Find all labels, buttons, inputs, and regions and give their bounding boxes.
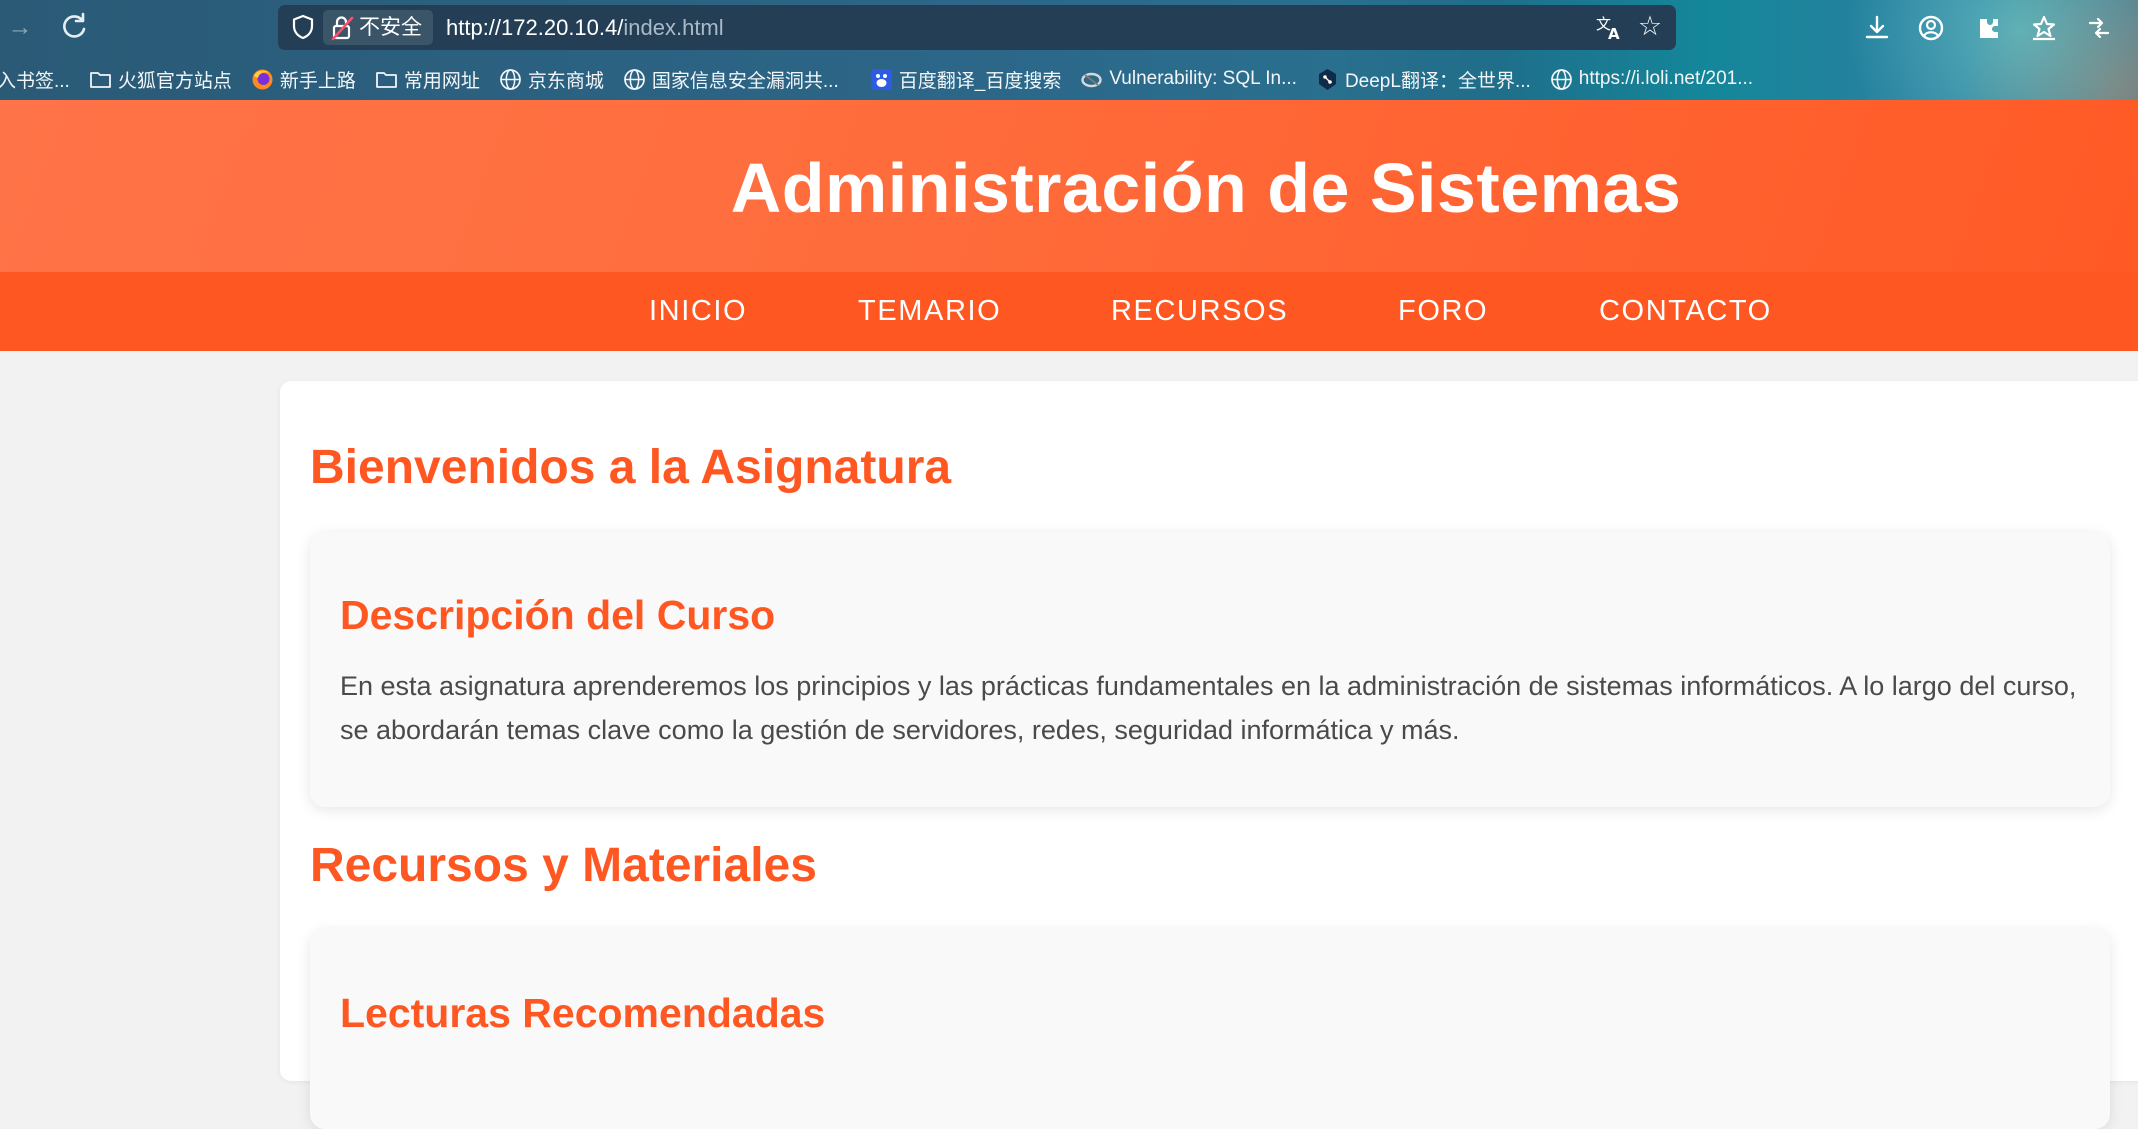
star-icon[interactable]: ☆ xyxy=(1635,11,1665,41)
resources-heading: Recursos y Materiales xyxy=(310,839,817,892)
bookmark-label: 常用网址 xyxy=(403,70,480,92)
bookmark-star-icon[interactable] xyxy=(2027,11,2061,45)
url-host: http://172.20.10.4/ xyxy=(446,15,624,40)
bookmark-label: 百度翻译_百度搜索 xyxy=(898,70,1062,92)
firefox-icon xyxy=(250,67,275,92)
bookmark-label: DeepL翻译：全世界... xyxy=(1344,70,1531,92)
url-text[interactable]: http://172.20.10.4/index.html xyxy=(446,13,724,42)
bookmark-label: 国家信息安全漏洞共... xyxy=(651,70,839,92)
lock-icon xyxy=(330,14,355,41)
browser-chrome: → 不安全 http://172.20.10.4/index.html 文A ☆ xyxy=(0,0,2138,100)
deepl-icon xyxy=(1315,67,1340,92)
bookmark-label: 火狐官方站点 xyxy=(117,70,232,92)
baidu-icon xyxy=(869,67,894,92)
insecure-label: 不安全 xyxy=(359,16,422,39)
folder-icon xyxy=(374,67,399,92)
svg-text:A: A xyxy=(1608,25,1620,42)
description-heading: Descripción del Curso xyxy=(340,592,776,638)
dvwa-icon xyxy=(1079,67,1104,92)
welcome-heading: Bienvenidos a la Asignatura xyxy=(310,441,952,494)
site-nav: INICIO TEMARIO RECURSOS FORO CONTACTO xyxy=(0,272,2138,351)
insecure-connection-badge[interactable]: 不安全 xyxy=(323,10,433,45)
sync-icon[interactable] xyxy=(2082,11,2116,45)
extension-icon[interactable] xyxy=(1972,11,2006,45)
reload-icon[interactable] xyxy=(58,11,90,43)
bookmark-item[interactable]: Vulnerability: SQL In... xyxy=(1079,62,1297,96)
bookmark-item[interactable]: https://i.loli.net/201... xyxy=(1549,62,1753,96)
bookmark-item[interactable]: 常用网址 xyxy=(374,62,480,96)
nav-link-inicio[interactable]: INICIO xyxy=(649,272,747,351)
bookmark-item[interactable]: 国家信息安全漏洞共... xyxy=(622,62,839,96)
forward-icon[interactable]: → xyxy=(4,11,36,43)
download-icon[interactable] xyxy=(1860,11,1894,45)
globe-icon xyxy=(1549,67,1574,92)
nav-link-temario[interactable]: TEMARIO xyxy=(858,272,1001,351)
nav-link-recursos[interactable]: RECURSOS xyxy=(1111,272,1288,351)
nav-link-contacto[interactable]: CONTACTO xyxy=(1599,272,1772,351)
description-text: En esta asignatura aprenderemos los prin… xyxy=(340,671,2077,745)
site-title: Administración de Sistemas xyxy=(730,149,1682,227)
bookmark-item[interactable]: 新手上路 xyxy=(250,62,356,96)
bookmark-label: 京东商城 xyxy=(527,70,604,92)
address-bar[interactable]: 不安全 http://172.20.10.4/index.html 文A ☆ xyxy=(278,5,1676,50)
bookmark-item[interactable]: DeepL翻译：全世界... xyxy=(1315,62,1531,96)
readings-heading: Lecturas Recomendadas xyxy=(340,990,826,1036)
bookmark-label: https://i.loli.net/201... xyxy=(1578,68,1754,89)
bookmark-label: 新手上路 xyxy=(279,70,356,92)
bookmark-item[interactable]: 火狐官方站点 xyxy=(88,62,232,96)
bookmark-item[interactable]: 入书签... xyxy=(0,62,70,96)
bookmarks-toolbar: 入书签... 火狐官方站点 新手上路 常用网址 京东商城 国家信息安全漏洞共..… xyxy=(0,59,1760,99)
translate-icon[interactable]: 文A xyxy=(1595,12,1625,43)
bookmark-item[interactable]: 京东商城 xyxy=(498,62,604,96)
bookmark-label: Vulnerability: SQL In... xyxy=(1109,68,1297,89)
nav-link-foro[interactable]: FORO xyxy=(1398,272,1488,351)
globe-icon xyxy=(498,67,523,92)
globe-icon xyxy=(622,67,647,92)
folder-icon xyxy=(88,67,113,92)
bookmark-item[interactable]: 百度翻译_百度搜索 xyxy=(869,62,1062,96)
shield-icon[interactable] xyxy=(289,13,317,41)
url-path: index.html xyxy=(623,15,724,40)
account-icon[interactable] xyxy=(1914,11,1948,45)
bookmark-label: 入书签... xyxy=(0,70,70,92)
